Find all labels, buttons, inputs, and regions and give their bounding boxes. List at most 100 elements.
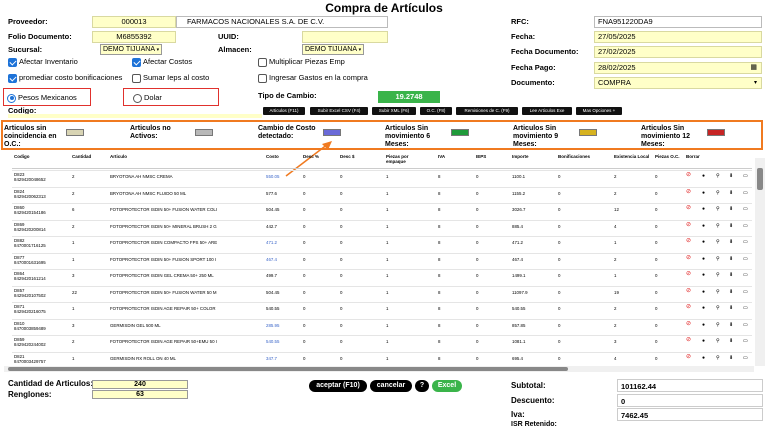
cell-d1[interactable]: 0 xyxy=(303,207,305,212)
cell-qty[interactable]: 1 xyxy=(72,240,74,245)
user-icon[interactable]: ⚲ xyxy=(716,306,720,311)
info-icon[interactable]: ● xyxy=(702,306,705,311)
tipo-cambio-field[interactable]: 19.2748 xyxy=(378,91,440,103)
info-icon[interactable]: ● xyxy=(702,256,705,262)
mas-opciones-button[interactable]: Mas Opciones + xyxy=(576,107,622,115)
ingresar-gastos-check[interactable]: Ingresar Gastos en la compra xyxy=(258,73,368,83)
table-row[interactable]: D857 8429420107502 22 FOTOPROTECTOR ISDIN 5… xyxy=(12,285,752,302)
delete-icon[interactable]: ⊘ xyxy=(686,205,691,211)
sumar-ieps-check[interactable]: Sumar Ieps al costo xyxy=(132,73,209,83)
delete-icon[interactable]: ⊘ xyxy=(686,238,691,244)
cell-cost[interactable]: 471.2 xyxy=(266,240,277,245)
uuid-field[interactable] xyxy=(302,31,388,43)
user-icon[interactable]: ⚲ xyxy=(716,174,720,179)
user-icon[interactable]: ⚲ xyxy=(716,256,720,262)
info-icon[interactable]: ● xyxy=(702,207,705,212)
sucursal-select[interactable]: DEMO TIJUANA ▾ xyxy=(100,44,162,55)
cell-cost[interactable]: 540.55 xyxy=(266,339,279,344)
codigo-input[interactable] xyxy=(8,114,262,118)
info-icon[interactable]: ● xyxy=(702,322,705,328)
oc-button[interactable]: O.C. (F8) xyxy=(420,107,452,115)
delete-icon[interactable]: ⊘ xyxy=(686,255,691,261)
folio-field[interactable]: M6855392 xyxy=(92,31,176,43)
multiplicar-check[interactable]: Multiplicar Piezas Emp xyxy=(258,57,345,67)
table-row[interactable]: D824 8429420062313 2 BRYOTONA AH NMSC FLUID… xyxy=(12,186,752,203)
cell-bon[interactable]: 0 xyxy=(558,174,560,179)
col-header-desc-amt[interactable]: Desc $ xyxy=(340,154,380,159)
table-row[interactable]: D823 8429420048652 2 BRYOTONA AH NMSC CREMA… xyxy=(12,170,752,186)
col-header-costo[interactable]: Costo xyxy=(266,154,306,159)
proveedor-code-field[interactable]: 000013 xyxy=(92,16,176,28)
cell-qty[interactable]: 1 xyxy=(72,356,74,361)
download-icon[interactable]: ⬇ xyxy=(729,223,733,229)
info-icon[interactable]: ● xyxy=(702,223,705,229)
cell-d2[interactable]: 0 xyxy=(340,273,342,278)
user-icon[interactable]: ⚲ xyxy=(716,322,720,328)
download-icon[interactable]: ⬇ xyxy=(729,322,733,328)
col-header-codigo[interactable]: Codigo xyxy=(14,154,54,159)
cell-bon[interactable]: 0 xyxy=(558,323,560,328)
cell-qty[interactable]: 1 xyxy=(72,306,74,311)
delete-icon[interactable]: ⊘ xyxy=(686,304,691,310)
view-icon[interactable]: ▭ xyxy=(743,207,748,212)
view-icon[interactable]: ▭ xyxy=(743,322,748,328)
info-icon[interactable]: ● xyxy=(702,174,705,179)
cell-bon[interactable]: 0 xyxy=(558,191,560,196)
cell-d2[interactable]: 0 xyxy=(340,306,342,311)
view-icon[interactable]: ▭ xyxy=(743,355,748,361)
cell-d1[interactable]: 0 xyxy=(303,224,305,229)
cell-d1[interactable]: 0 xyxy=(303,323,305,328)
articulos-button[interactable]: Articulos (F11) xyxy=(263,107,305,115)
view-icon[interactable]: ▭ xyxy=(743,223,748,229)
cell-qty[interactable]: 2 xyxy=(72,339,74,344)
delete-icon[interactable]: ⊘ xyxy=(686,337,691,343)
cell-d2[interactable]: 0 xyxy=(340,356,342,361)
cell-d1[interactable]: 0 xyxy=(303,174,305,179)
view-icon[interactable]: ▭ xyxy=(743,256,748,262)
table-row[interactable]: D864 8429420161214 3 FOTOPROTECTOR ISDIN GE… xyxy=(12,269,752,285)
almacen-select[interactable]: DEMO TIJUANA ▾ xyxy=(302,44,364,55)
table-row[interactable]: D871 8429420216075 1 FOTOPROTECTOR ISDIN AG… xyxy=(12,302,752,318)
col-header-existencia[interactable]: Existencia Local xyxy=(614,154,654,159)
cell-bon[interactable]: 0 xyxy=(558,306,560,311)
user-icon[interactable]: ⚲ xyxy=(716,355,720,361)
proveedor-name-field[interactable]: FARMACOS NACIONALES S.A. DE C.V. xyxy=(176,16,388,28)
dolar-radio[interactable]: Dolar xyxy=(133,93,162,103)
download-icon[interactable]: ⬇ xyxy=(729,306,733,311)
cell-cost[interactable]: 347.7 xyxy=(266,356,277,361)
col-header-piezas[interactable]: Piezas por empaque xyxy=(386,154,426,164)
download-icon[interactable]: ⬇ xyxy=(729,207,733,212)
view-icon[interactable]: ▭ xyxy=(743,339,748,344)
cell-qty[interactable]: 2 xyxy=(72,191,74,196)
view-icon[interactable]: ▭ xyxy=(743,174,748,179)
view-icon[interactable]: ▭ xyxy=(743,273,748,278)
info-icon[interactable]: ● xyxy=(702,273,705,278)
cell-d1[interactable]: 0 xyxy=(303,257,305,262)
user-icon[interactable]: ⚲ xyxy=(716,223,720,229)
download-icon[interactable]: ⬇ xyxy=(729,240,733,245)
cell-d1[interactable]: 0 xyxy=(303,356,305,361)
fecha-pago-field[interactable]: 28/02/2025 ▦ xyxy=(594,62,762,74)
cell-d1[interactable]: 0 xyxy=(303,290,305,295)
remisiones-button[interactable]: Remisiones de C. (F9) xyxy=(456,107,518,115)
cancelar-button[interactable]: cancelar xyxy=(370,380,412,392)
col-header-importe[interactable]: Importe xyxy=(512,154,552,159)
download-icon[interactable]: ⬇ xyxy=(729,355,733,361)
download-icon[interactable]: ⬇ xyxy=(729,190,733,196)
info-icon[interactable]: ● xyxy=(702,289,705,295)
cell-d2[interactable]: 0 xyxy=(340,257,342,262)
download-icon[interactable]: ⬇ xyxy=(729,289,733,295)
cell-d1[interactable]: 0 xyxy=(303,240,305,245)
cell-cost[interactable]: 577.6 xyxy=(266,191,277,196)
delete-icon[interactable]: ⊘ xyxy=(686,172,691,178)
rfc-field[interactable]: FNA951220DA9 xyxy=(594,16,762,28)
cell-d2[interactable]: 0 xyxy=(340,323,342,328)
cell-d2[interactable]: 0 xyxy=(340,191,342,196)
col-header-borrar[interactable]: Borrar xyxy=(686,154,726,159)
table-row[interactable]: D882 8470001716125 1 FOTOPROTECTOR ISDIN CO… xyxy=(12,236,752,252)
cell-d2[interactable]: 0 xyxy=(340,339,342,344)
download-icon[interactable]: ⬇ xyxy=(729,273,733,278)
documento-select[interactable]: COMPRA ▾ xyxy=(594,77,762,89)
cell-bon[interactable]: 0 xyxy=(558,207,560,212)
cell-qty[interactable]: 22 xyxy=(72,290,77,295)
